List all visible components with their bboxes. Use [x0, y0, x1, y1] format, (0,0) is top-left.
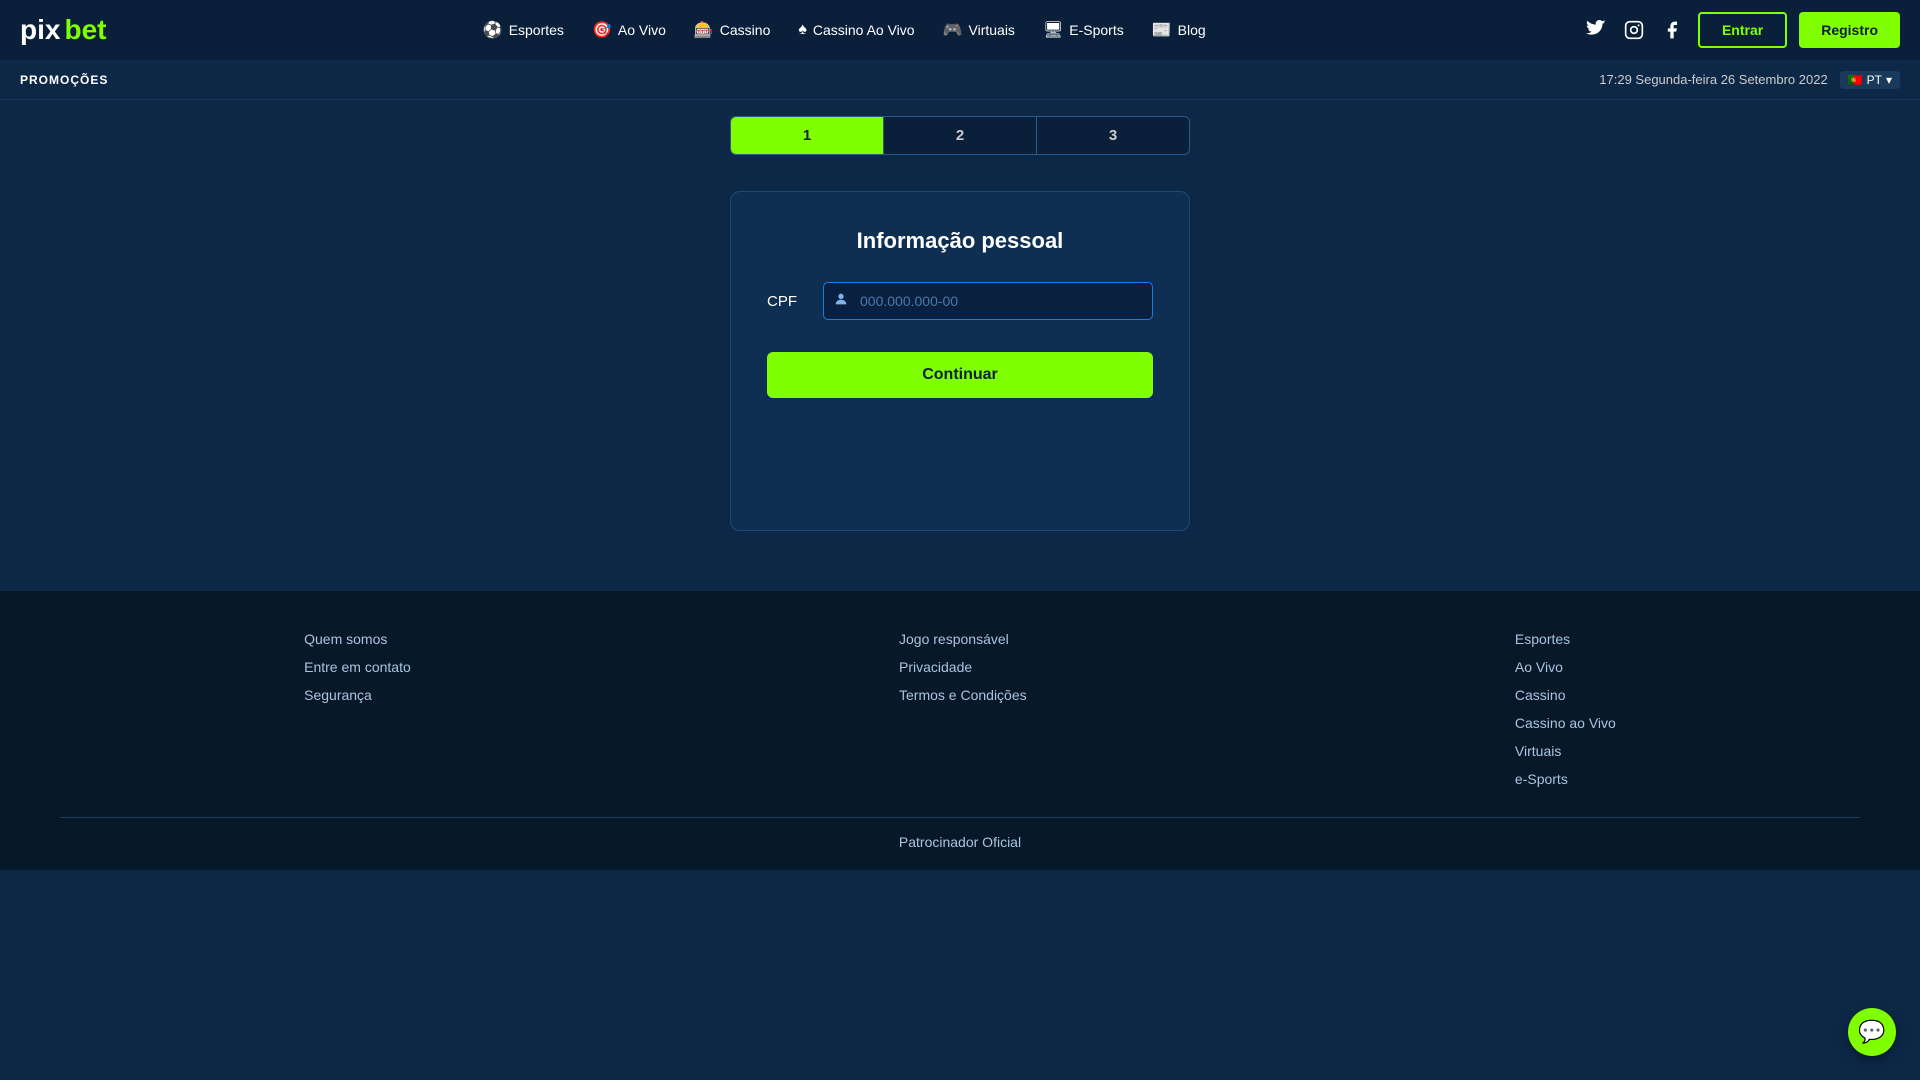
- nav-esportes-label: Esportes: [509, 22, 564, 38]
- footer-col-1: Quem somos Entre em contato Segurança: [304, 631, 411, 787]
- footer-link-cassino-ao-vivo[interactable]: Cassino ao Vivo: [1515, 715, 1616, 731]
- footer-link-quem-somos[interactable]: Quem somos: [304, 631, 411, 647]
- datetime: 17:29 Segunda-feira 26 Setembro 2022: [1599, 72, 1827, 87]
- footer: Quem somos Entre em contato Segurança Jo…: [0, 591, 1920, 870]
- promo-bar: PROMOÇÕES 17:29 Segunda-feira 26 Setembr…: [0, 60, 1920, 100]
- promo-label: PROMOÇÕES: [20, 73, 108, 87]
- footer-link-cassino[interactable]: Cassino: [1515, 687, 1616, 703]
- continue-button[interactable]: Continuar: [767, 352, 1153, 398]
- twitter-icon[interactable]: [1582, 16, 1610, 44]
- main-nav: ⚽ Esportes 🎯 Ao Vivo 🎰 Cassino ♠ Cassino…: [471, 12, 1218, 48]
- nav-esportes[interactable]: ⚽ Esportes: [471, 12, 576, 48]
- footer-link-virtuais[interactable]: Virtuais: [1515, 743, 1616, 759]
- form-title: Informação pessoal: [767, 228, 1153, 254]
- cpf-row: CPF: [767, 282, 1153, 320]
- nav-cassino-label: Cassino: [720, 22, 771, 38]
- esportes-icon: ⚽: [483, 20, 503, 40]
- nav-e-sports-label: E-Sports: [1069, 22, 1123, 38]
- step-3-label: 3: [1109, 127, 1117, 144]
- flag-icon: 🇵🇹: [1848, 73, 1863, 87]
- footer-col-3: Esportes Ao Vivo Cassino Cassino ao Vivo…: [1515, 631, 1616, 787]
- nav-virtuais-label: Virtuais: [969, 22, 1015, 38]
- form-card: Informação pessoal CPF Continuar: [730, 191, 1190, 531]
- nav-ao-vivo[interactable]: 🎯 Ao Vivo: [580, 12, 678, 48]
- steps-bar: 1 2 3: [0, 100, 1920, 171]
- ao-vivo-icon: 🎯: [592, 20, 612, 40]
- step-2[interactable]: 2: [883, 117, 1036, 154]
- logo-bet: bet: [64, 14, 106, 46]
- lang-badge[interactable]: 🇵🇹 PT ▾: [1840, 71, 1900, 89]
- footer-col-2: Jogo responsável Privacidade Termos e Co…: [899, 631, 1027, 787]
- chevron-down-icon: ▾: [1886, 73, 1892, 87]
- cpf-input[interactable]: [823, 282, 1153, 320]
- steps-container: 1 2 3: [730, 116, 1190, 155]
- footer-link-termos[interactable]: Termos e Condições: [899, 687, 1027, 703]
- blog-icon: 📰: [1152, 20, 1172, 40]
- nav-cassino-ao-vivo-label: Cassino Ao Vivo: [813, 22, 915, 38]
- cpf-input-wrapper: [823, 282, 1153, 320]
- nav-e-sports[interactable]: 🖥 E-Sports: [1031, 12, 1136, 48]
- footer-link-e-sports[interactable]: e-Sports: [1515, 771, 1616, 787]
- entrar-button[interactable]: Entrar: [1698, 12, 1787, 48]
- facebook-icon[interactable]: [1658, 16, 1686, 44]
- nav-cassino-ao-vivo[interactable]: ♠ Cassino Ao Vivo: [786, 13, 926, 47]
- footer-link-jogo-responsavel[interactable]: Jogo responsável: [899, 631, 1027, 647]
- logo-pix: pix: [20, 14, 60, 46]
- header-right: Entrar Registro: [1582, 12, 1900, 48]
- registro-button[interactable]: Registro: [1799, 12, 1900, 48]
- cassino-icon: 🎰: [694, 20, 714, 40]
- footer-link-ao-vivo[interactable]: Ao Vivo: [1515, 659, 1616, 675]
- patrocinador-label: Patrocinador Oficial: [899, 834, 1021, 850]
- nav-blog-label: Blog: [1178, 22, 1206, 38]
- step-3[interactable]: 3: [1036, 117, 1189, 154]
- cassino-ao-vivo-icon: ♠: [798, 21, 807, 39]
- lang-label: PT: [1867, 73, 1882, 87]
- footer-link-esportes[interactable]: Esportes: [1515, 631, 1616, 647]
- nav-blog[interactable]: 📰 Blog: [1140, 12, 1218, 48]
- chat-icon: 💬: [1858, 1019, 1885, 1045]
- header: pixbet ⚽ Esportes 🎯 Ao Vivo 🎰 Cassino ♠ …: [0, 0, 1920, 60]
- step-2-label: 2: [956, 127, 964, 144]
- nav-virtuais[interactable]: 🎮 Virtuais: [931, 12, 1027, 48]
- footer-columns: Quem somos Entre em contato Segurança Jo…: [60, 631, 1860, 787]
- datetime-lang: 17:29 Segunda-feira 26 Setembro 2022 🇵🇹 …: [1599, 71, 1900, 89]
- footer-link-seguranca[interactable]: Segurança: [304, 687, 411, 703]
- virtuais-icon: 🎮: [943, 20, 963, 40]
- logo[interactable]: pixbet: [20, 14, 106, 46]
- nav-cassino[interactable]: 🎰 Cassino: [682, 12, 783, 48]
- cpf-label: CPF: [767, 293, 807, 310]
- chat-bubble[interactable]: 💬: [1848, 1008, 1896, 1056]
- social-icons: [1582, 16, 1686, 44]
- instagram-icon[interactable]: [1620, 16, 1648, 44]
- footer-bottom: Patrocinador Oficial: [60, 834, 1860, 850]
- step-1-label: 1: [803, 127, 811, 144]
- footer-divider: [60, 817, 1860, 818]
- main-content: Informação pessoal CPF Continuar: [0, 171, 1920, 591]
- e-sports-icon: 🖥: [1043, 20, 1063, 40]
- step-1[interactable]: 1: [731, 117, 883, 154]
- footer-link-privacidade[interactable]: Privacidade: [899, 659, 1027, 675]
- nav-ao-vivo-label: Ao Vivo: [618, 22, 666, 38]
- footer-link-entre-em-contato[interactable]: Entre em contato: [304, 659, 411, 675]
